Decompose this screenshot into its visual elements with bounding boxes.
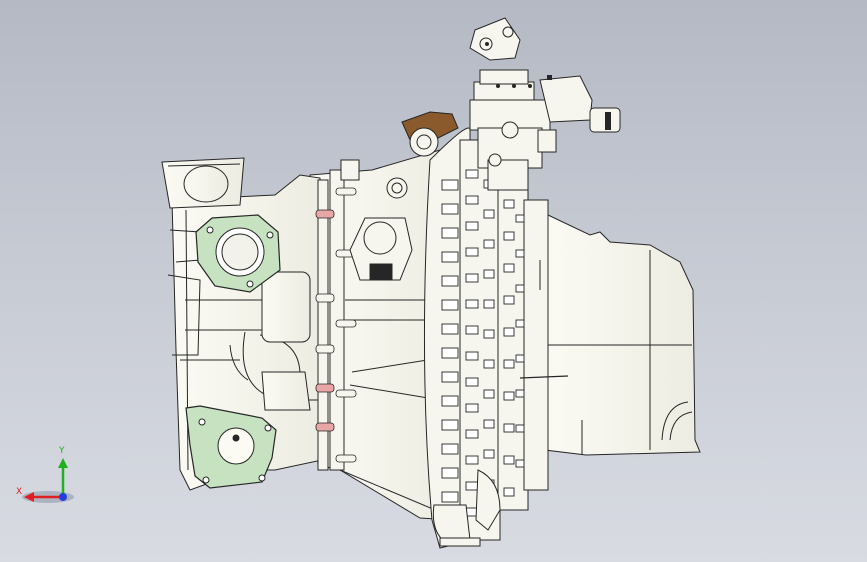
exhaust-housing bbox=[544, 214, 701, 456]
y-axis-label: Y bbox=[58, 446, 65, 456]
engine-model[interactable]: Y X bbox=[0, 0, 867, 562]
z-axis-dot bbox=[59, 493, 67, 501]
graphics-viewport[interactable]: Y X bbox=[0, 0, 867, 562]
coordinate-triad[interactable]: Y X bbox=[16, 446, 74, 503]
accessory-tower bbox=[469, 17, 621, 191]
x-axis-label: X bbox=[16, 487, 22, 497]
